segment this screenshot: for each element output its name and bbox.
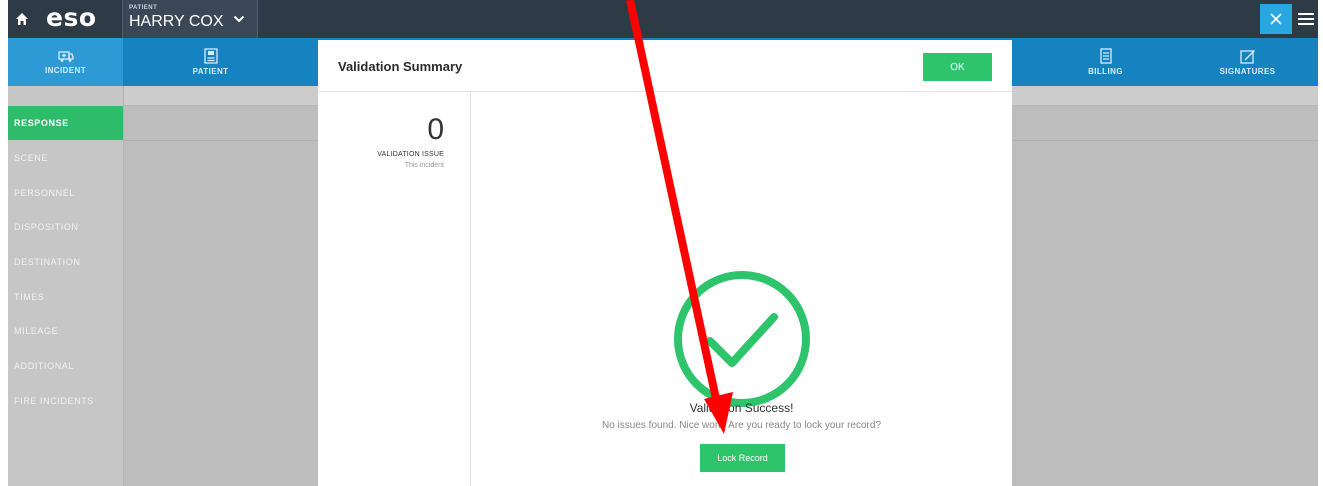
app-frame: eso PATIENT HARRY COX INCIDENT PATIENT B… [8, 0, 1318, 486]
tab-billing-label: BILLING [1088, 67, 1123, 76]
sidebar-item-disposition[interactable]: DISPOSITION [8, 210, 123, 244]
hamburger-menu-icon [1298, 13, 1314, 25]
tab-billing[interactable]: BILLING [1048, 38, 1163, 86]
tab-signatures[interactable]: SIGNATURES [1190, 38, 1305, 86]
lock-record-button[interactable]: Lock Record [700, 444, 785, 472]
eso-logo: eso [46, 3, 97, 32]
tab-signatures-label: SIGNATURES [1219, 67, 1276, 76]
sidebar: RESPONSE SCENE PERSONNEL DISPOSITION DES… [8, 86, 124, 486]
issue-summary-panel: 0 VALIDATION ISSUE This incident [318, 92, 471, 486]
sidebar-item-response[interactable]: RESPONSE [8, 106, 123, 140]
validation-summary-dialog: Validation Summary OK 0 VALIDATION ISSUE… [318, 40, 1012, 486]
sidebar-item-fire-incidents[interactable]: FIRE INCIDENTS [8, 384, 123, 418]
sidebar-item-scene[interactable]: SCENE [8, 141, 123, 175]
home-icon [16, 13, 28, 25]
sidebar-item-destination[interactable]: DESTINATION [8, 245, 123, 279]
issue-label: VALIDATION ISSUE [377, 151, 444, 158]
top-bar: eso PATIENT HARRY COX [8, 0, 1318, 38]
signature-pen-icon [1239, 50, 1255, 64]
sidebar-item-label: RESPONSE [14, 118, 69, 128]
patient-selector[interactable]: PATIENT HARRY COX [122, 0, 258, 38]
sidebar-item-personnel[interactable]: PERSONNEL [8, 176, 123, 210]
sidebar-item-label: SCENE [14, 153, 49, 163]
sidebar-item-label: DISPOSITION [14, 222, 79, 232]
dialog-title: Validation Summary [338, 59, 463, 74]
tab-incident[interactable]: INCIDENT [8, 38, 123, 86]
success-checkmark-icon [674, 271, 810, 407]
sidebar-item-label: ADDITIONAL [14, 361, 75, 371]
success-title: Validation Success! [689, 401, 794, 415]
billing-document-icon [1099, 48, 1112, 64]
sidebar-item-label: DESTINATION [14, 257, 81, 267]
tab-incident-label: INCIDENT [45, 66, 86, 75]
tab-patient[interactable]: PATIENT [153, 38, 268, 86]
ok-button[interactable]: OK [923, 53, 992, 81]
close-icon [1270, 13, 1282, 25]
dialog-header: Validation Summary OK [318, 40, 1012, 92]
sidebar-item-times[interactable]: TIMES [8, 280, 123, 314]
patient-kicker: PATIENT [129, 5, 158, 11]
sidebar-item-mileage[interactable]: MILEAGE [8, 314, 123, 348]
ambulance-icon [57, 51, 74, 62]
issue-count: 0 [427, 113, 444, 146]
close-button[interactable] [1260, 4, 1292, 34]
sidebar-item-label: MILEAGE [14, 326, 59, 336]
patient-chart-icon [203, 48, 218, 64]
success-message: No issues found. Nice work! Are you read… [601, 420, 882, 431]
menu-button[interactable] [1296, 6, 1316, 32]
sidebar-item-label: TIMES [14, 292, 45, 302]
sidebar-item-additional[interactable]: ADDITIONAL [8, 349, 123, 383]
patient-name: HARRY COX [129, 13, 224, 30]
sidebar-item-label: FIRE INCIDENTS [14, 396, 94, 406]
issue-scope: This incident [404, 162, 444, 169]
home-button[interactable] [8, 0, 36, 38]
sidebar-item-label: PERSONNEL [14, 188, 75, 198]
chevron-down-icon [233, 15, 245, 23]
tab-patient-label: PATIENT [192, 67, 229, 76]
validation-result-panel: Validation Success! No issues found. Nic… [471, 92, 1012, 486]
